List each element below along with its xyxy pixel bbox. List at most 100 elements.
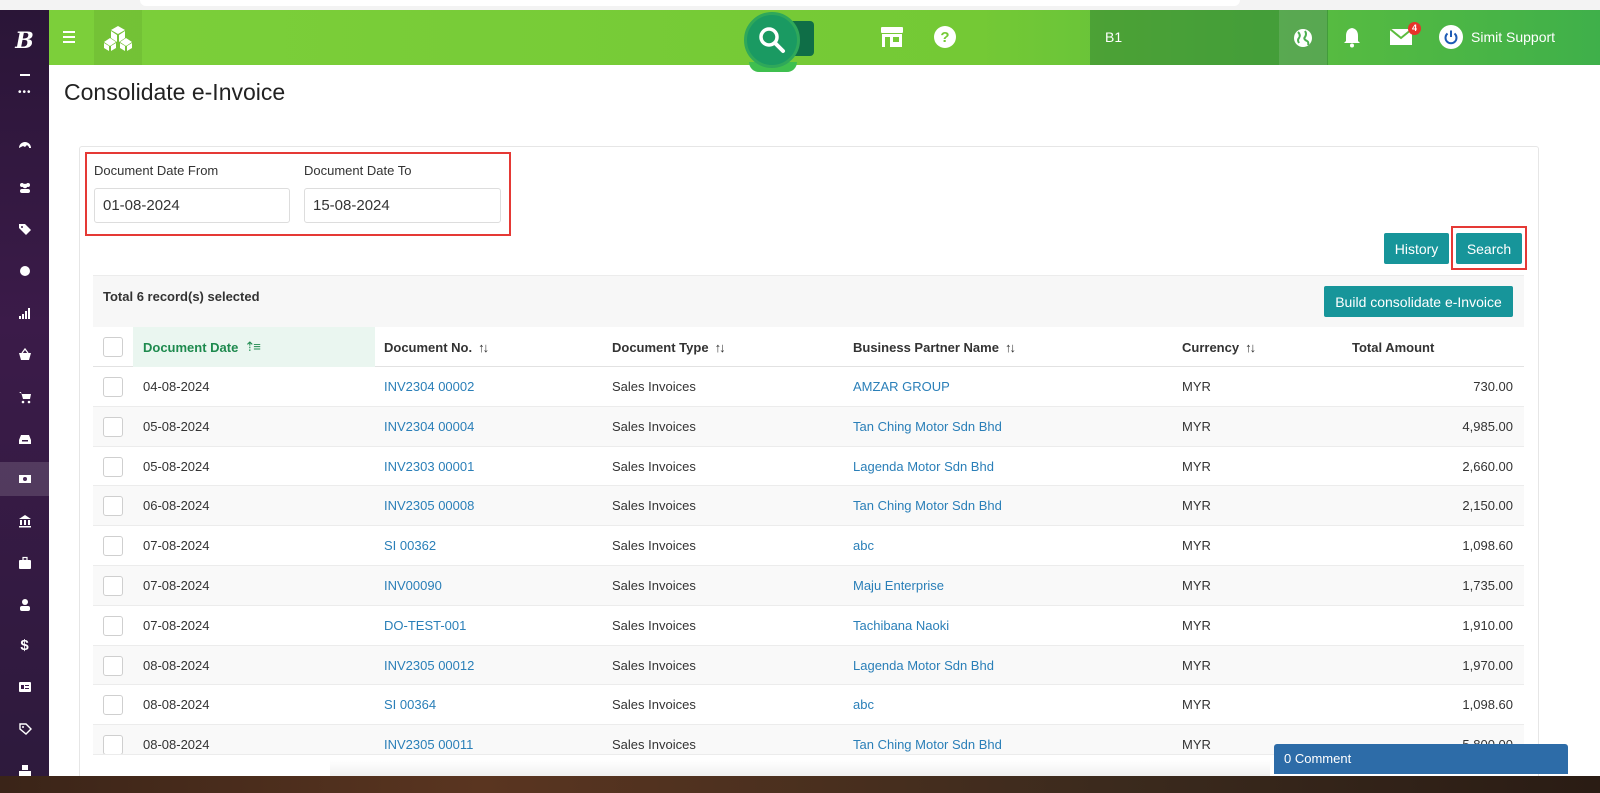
store-button[interactable] xyxy=(879,24,905,50)
col-total-amount: Total Amount xyxy=(1352,327,1434,367)
sort-icon: ↑↓ xyxy=(1004,339,1016,355)
sidebar-item-bank[interactable] xyxy=(0,504,49,538)
row-checkbox[interactable] xyxy=(103,615,123,636)
row-checkbox[interactable] xyxy=(103,456,123,477)
cell-doc-type: Sales Invoices xyxy=(612,657,696,673)
sort-icon: ↑↓ xyxy=(478,339,489,355)
users-icon xyxy=(19,183,30,193)
row-checkbox[interactable] xyxy=(103,496,123,517)
sidebar-item-id-card[interactable] xyxy=(0,670,49,704)
sidebar-item-tags[interactable] xyxy=(0,212,49,246)
cell-doc-no-link[interactable]: INV2305 00012 xyxy=(384,646,474,685)
row-checkbox[interactable] xyxy=(103,575,123,596)
date-from-input[interactable] xyxy=(94,188,290,223)
col-document-no[interactable]: Document No. ↑↓ xyxy=(384,327,489,367)
notifications-button[interactable] xyxy=(1339,24,1365,50)
cell-date: 07-08-2024 xyxy=(143,577,210,593)
sidebar-item-dollar[interactable]: $ xyxy=(0,628,49,662)
row-checkbox[interactable] xyxy=(103,416,123,437)
row-checkbox[interactable] xyxy=(103,735,123,755)
cell-partner-link[interactable]: abc xyxy=(853,526,874,565)
cell-partner-link[interactable]: Tan Ching Motor Sdn Bhd xyxy=(853,725,1002,754)
table-row: 08-08-2024 INV2305 00012 Sales Invoices … xyxy=(93,645,1524,686)
app-logo[interactable]: B xyxy=(12,30,37,52)
table-row: 05-08-2024 INV2303 00001 Sales Invoices … xyxy=(93,447,1524,487)
col-document-type[interactable]: Document Type ↑↓ xyxy=(612,327,726,367)
global-search-button[interactable] xyxy=(744,12,800,68)
more-dots-icon[interactable]: ••• xyxy=(18,88,32,98)
hamburger-menu-icon[interactable] xyxy=(63,27,77,47)
cell-doc-no-link[interactable]: SI 00362 xyxy=(384,526,436,565)
help-button[interactable]: ? xyxy=(932,24,958,50)
cart-icon xyxy=(18,392,31,404)
cell-amount: 1,735.00 xyxy=(1462,577,1513,593)
cell-partner-link[interactable]: Lagenda Motor Sdn Bhd xyxy=(853,646,994,685)
cell-date: 05-08-2024 xyxy=(143,458,210,474)
cell-doc-type: Sales Invoices xyxy=(612,577,696,593)
language-button[interactable] xyxy=(1279,10,1327,65)
col-document-date[interactable]: Document Date ⇡≡ xyxy=(133,327,375,367)
sidebar-item-money[interactable] xyxy=(0,462,49,496)
cell-doc-no-link[interactable]: INV00090 xyxy=(384,566,442,605)
comment-panel-toggle[interactable]: 0 Comment xyxy=(1274,744,1568,774)
cell-amount: 4,985.00 xyxy=(1462,418,1513,434)
selected-count: Total 6 record(s) selected xyxy=(103,289,260,304)
sidebar-item-user[interactable] xyxy=(0,588,49,622)
cell-date: 08-08-2024 xyxy=(143,657,210,673)
cell-doc-no-link[interactable]: INV2304 00002 xyxy=(384,367,474,406)
date-from-label: Document Date From xyxy=(94,163,219,178)
cell-doc-no-link[interactable]: SI 00364 xyxy=(384,685,436,724)
sidebar-item-tag[interactable] xyxy=(0,712,49,746)
cell-doc-type: Sales Invoices xyxy=(612,498,696,514)
dashboard-icon xyxy=(18,142,31,148)
sidebar-item-reports[interactable] xyxy=(0,296,49,330)
row-checkbox[interactable] xyxy=(103,695,123,716)
sidebar-item-circle[interactable] xyxy=(0,254,49,288)
modules-cubes-icon[interactable] xyxy=(94,10,142,65)
build-consolidate-button[interactable]: Build consolidate e-Invoice xyxy=(1324,286,1513,317)
col-document-no-label: Document No. xyxy=(384,339,473,355)
sidebar-item-basket[interactable] xyxy=(0,338,49,372)
sidebar-item-inbox[interactable] xyxy=(0,422,49,456)
cell-partner-link[interactable]: Lagenda Motor Sdn Bhd xyxy=(853,447,994,486)
sidebar-item-dashboard[interactable] xyxy=(0,128,49,162)
sidebar-item-users[interactable] xyxy=(0,170,49,204)
col-currency-label: Currency xyxy=(1182,339,1240,355)
sidebar-item-briefcase[interactable] xyxy=(0,546,49,580)
cell-doc-no-link[interactable]: DO-TEST-001 xyxy=(384,606,466,645)
cell-doc-no-link[interactable]: INV2305 00008 xyxy=(384,486,474,525)
cell-doc-type: Sales Invoices xyxy=(612,737,696,753)
cell-currency: MYR xyxy=(1182,617,1211,633)
cell-date: 08-08-2024 xyxy=(143,737,210,753)
date-to-input[interactable] xyxy=(304,188,501,223)
date-to-label: Document Date To xyxy=(304,163,412,178)
history-button[interactable]: History xyxy=(1384,233,1449,264)
top-header: ? B1 4 Simit Support xyxy=(49,10,1600,72)
briefcase-icon xyxy=(18,556,31,569)
select-all-checkbox[interactable] xyxy=(103,337,123,357)
row-checkbox[interactable] xyxy=(103,536,123,557)
cell-doc-no-link[interactable]: INV2303 00001 xyxy=(384,447,474,486)
col-business-partner[interactable]: Business Partner Name ↑↓ xyxy=(853,327,1016,367)
cell-partner-link[interactable]: abc xyxy=(853,685,874,724)
cell-doc-no-link[interactable]: INV2304 00004 xyxy=(384,407,474,446)
cell-partner-link[interactable]: Maju Enterprise xyxy=(853,566,944,605)
col-currency[interactable]: Currency ↑↓ xyxy=(1182,327,1256,367)
sidebar-item-cart[interactable] xyxy=(0,380,49,414)
cell-doc-no-link[interactable]: INV2305 00011 xyxy=(384,725,473,754)
cell-doc-type: Sales Invoices xyxy=(612,617,696,633)
row-checkbox[interactable] xyxy=(103,655,123,676)
cell-currency: MYR xyxy=(1182,458,1211,474)
user-menu[interactable]: Simit Support xyxy=(1439,24,1555,50)
cell-partner-link[interactable]: Tan Ching Motor Sdn Bhd xyxy=(853,486,1002,525)
tags-icon xyxy=(18,224,31,235)
cell-partner-link[interactable]: Tachibana Naoki xyxy=(853,606,949,645)
invoice-table: Document Date ⇡≡ Document No. ↑↓ Document … xyxy=(93,327,1524,756)
row-checkbox[interactable] xyxy=(103,377,123,397)
cell-currency: MYR xyxy=(1182,498,1211,514)
store-icon xyxy=(881,27,903,47)
table-header: Document Date ⇡≡ Document No. ↑↓ Document … xyxy=(93,327,1524,367)
cell-partner-link[interactable]: Tan Ching Motor Sdn Bhd xyxy=(853,407,1002,446)
table-row: 07-08-2024 SI 00362 Sales Invoices abc M… xyxy=(93,526,1524,566)
cell-partner-link[interactable]: AMZAR GROUP xyxy=(853,367,950,406)
